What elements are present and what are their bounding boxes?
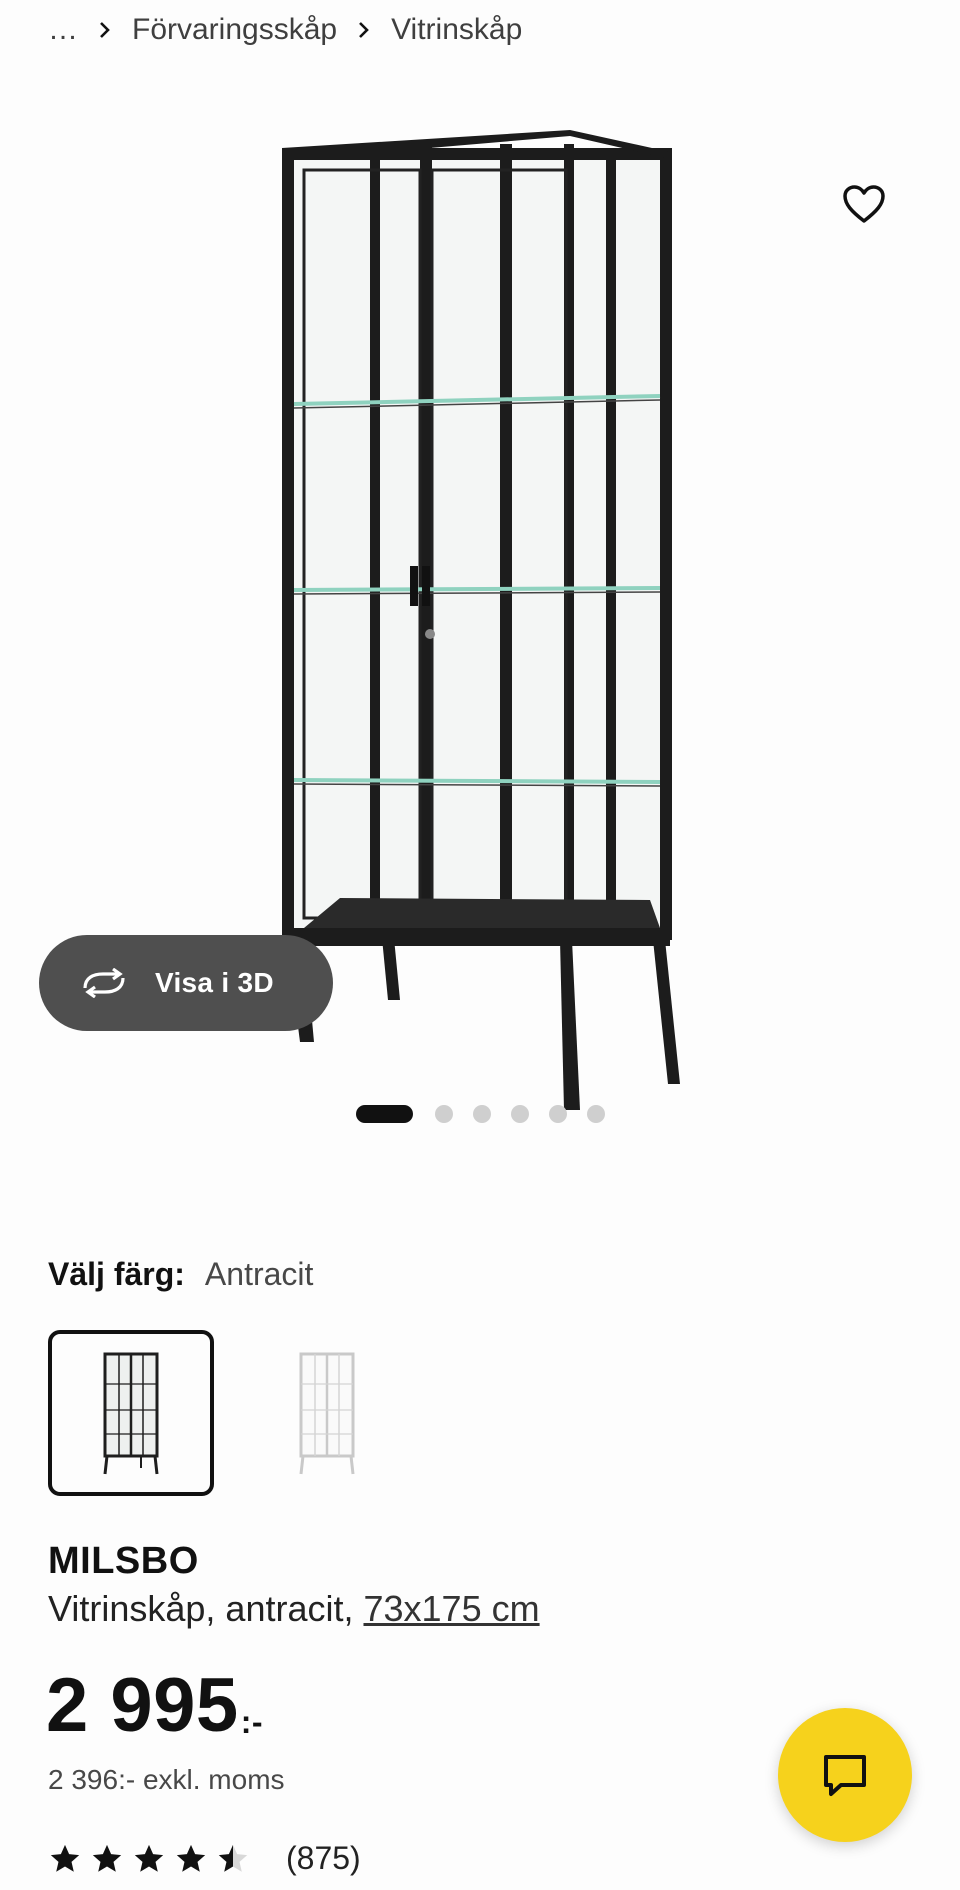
carousel-dot[interactable] <box>473 1105 491 1123</box>
product-rating[interactable]: (875) <box>48 1840 361 1877</box>
swatch-antracit[interactable] <box>48 1330 214 1496</box>
product-name: MILSBO <box>48 1540 199 1582</box>
review-count: (875) <box>286 1840 361 1876</box>
price-excl-vat: 2 396:- exkl. moms <box>48 1764 285 1795</box>
image-carousel-indicator <box>356 1105 625 1123</box>
favorite-button[interactable] <box>836 176 892 232</box>
rating-stars <box>48 1842 258 1876</box>
chevron-right-icon <box>98 20 112 40</box>
view-in-3d-label: Visa i 3D <box>155 967 274 998</box>
breadcrumb: … Förvaringsskåp Vitrinskåp <box>48 8 522 52</box>
rotate-3d-icon <box>79 965 131 1001</box>
selected-color: Antracit <box>204 1256 314 1292</box>
product-dimensions-link[interactable]: 73x175 cm <box>363 1588 539 1629</box>
heart-icon <box>843 185 885 223</box>
carousel-dot[interactable] <box>549 1105 567 1123</box>
star-full-icon <box>134 1844 164 1872</box>
chevron-right-icon <box>357 20 371 40</box>
color-swatches <box>48 1330 440 1496</box>
chat-button[interactable] <box>778 1708 912 1842</box>
view-in-3d-button[interactable]: Visa i 3D <box>39 935 333 1031</box>
carousel-dot[interactable] <box>356 1105 413 1123</box>
product-description: Vitrinskåp, antracit, 73x175 cm <box>48 1588 540 1630</box>
star-half-icon <box>218 1844 248 1872</box>
breadcrumb-ellipsis[interactable]: … <box>48 13 78 47</box>
carousel-dot[interactable] <box>435 1105 453 1123</box>
antracit-cabinet-thumbnail <box>103 1352 159 1475</box>
swatch-vit[interactable] <box>244 1330 410 1496</box>
star-full-icon <box>92 1844 122 1872</box>
color-selector-label: Välj färg: Antracit <box>48 1256 313 1293</box>
breadcrumb-item-forvaringsskap[interactable]: Förvaringsskåp <box>132 13 337 47</box>
product-image <box>282 130 680 1110</box>
star-full-icon <box>176 1844 206 1872</box>
carousel-dot[interactable] <box>511 1105 529 1123</box>
white-cabinet-thumbnail <box>299 1352 355 1475</box>
product-price: 2 995:- <box>46 1662 263 1749</box>
chat-bubble-icon <box>824 1755 866 1796</box>
color-label: Välj färg: <box>48 1256 185 1292</box>
price-suffix: :- <box>240 1704 263 1740</box>
star-full-icon <box>50 1844 80 1872</box>
carousel-dot[interactable] <box>587 1105 605 1123</box>
price-value: 2 995 <box>46 1663 239 1748</box>
product-type: Vitrinskåp, antracit, <box>48 1588 364 1629</box>
breadcrumb-item-vitrinskap[interactable]: Vitrinskåp <box>391 13 522 47</box>
